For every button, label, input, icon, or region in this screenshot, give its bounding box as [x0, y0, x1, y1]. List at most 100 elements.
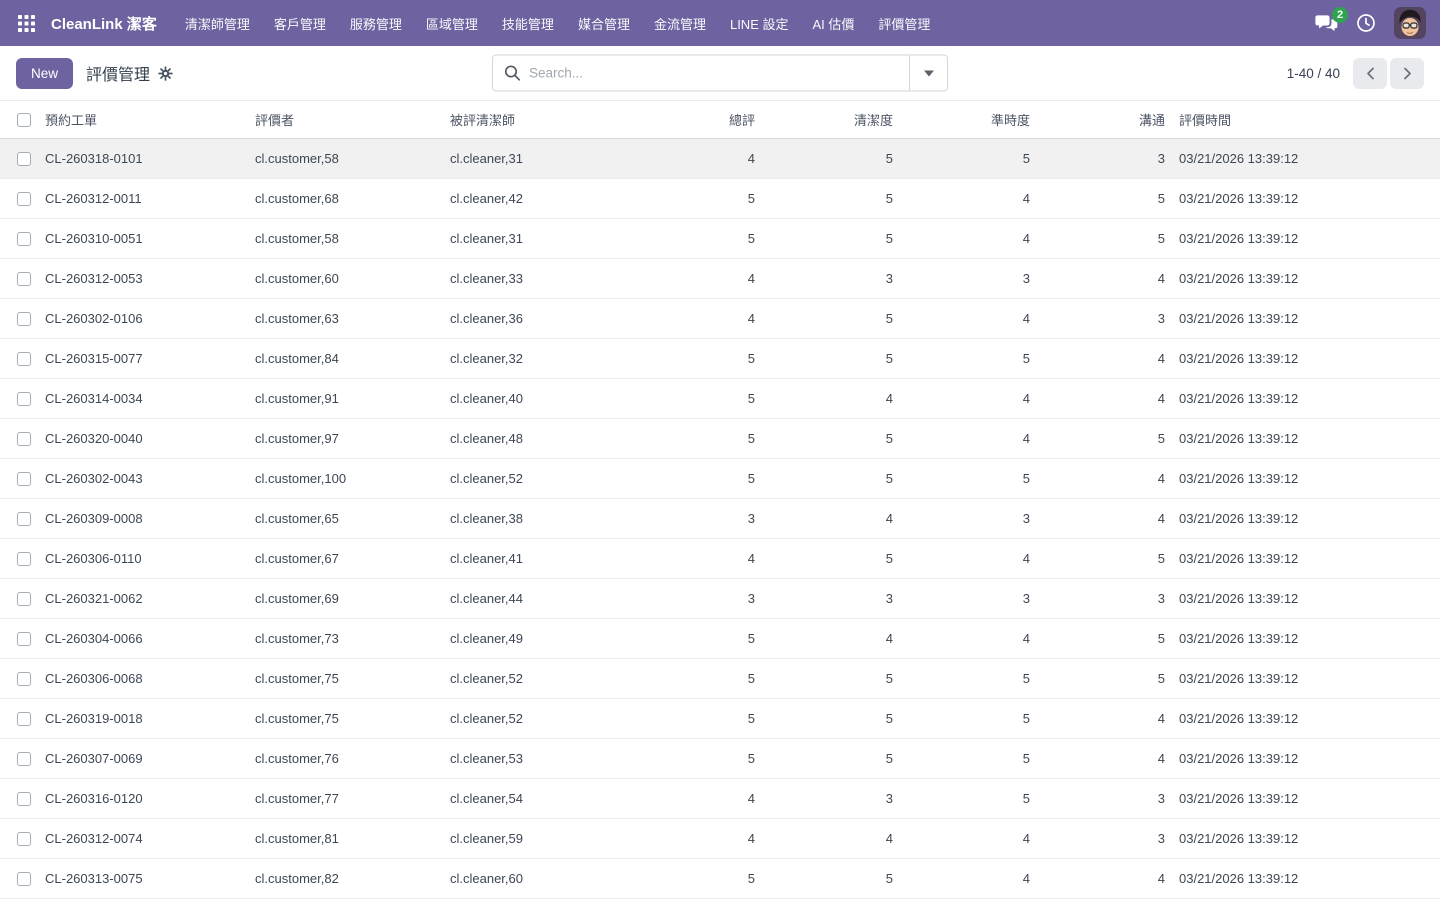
table-row[interactable]: CL-260309-0008 cl.customer,65 cl.cleaner… — [0, 499, 1440, 539]
row-checkbox[interactable] — [17, 832, 31, 846]
row-checkbox[interactable] — [17, 512, 31, 526]
cell-cleaner: cl.cleaner,48 — [450, 431, 690, 446]
header-clean[interactable]: 清潔度 — [755, 110, 893, 129]
apps-grid-icon[interactable] — [12, 15, 41, 32]
table-row[interactable]: CL-260316-0120 cl.customer,77 cl.cleaner… — [0, 779, 1440, 819]
pager-prev-button[interactable] — [1353, 58, 1387, 89]
cell-time: 03/21/2026 13:39:12 — [1165, 791, 1440, 806]
cell-overall: 4 — [690, 311, 755, 326]
activities-button[interactable] — [1356, 13, 1376, 33]
nav-item-6[interactable]: 金流管理 — [642, 0, 718, 46]
header-punctual[interactable]: 準時度 — [893, 110, 1030, 129]
header-time[interactable]: 評價時間 — [1165, 110, 1440, 129]
table-row[interactable]: CL-260306-0068 cl.customer,75 cl.cleaner… — [0, 659, 1440, 699]
nav-item-2[interactable]: 服務管理 — [338, 0, 414, 46]
cell-overall: 5 — [690, 871, 755, 886]
chevron-left-icon — [1365, 67, 1376, 80]
nav-item-0[interactable]: 清潔師管理 — [173, 0, 262, 46]
cell-overall: 5 — [690, 431, 755, 446]
pager-next-button[interactable] — [1390, 58, 1424, 89]
row-checkbox[interactable] — [17, 232, 31, 246]
cell-overall: 5 — [690, 751, 755, 766]
cell-order-number: CL-260319-0018 — [45, 711, 255, 726]
search-input[interactable] — [529, 66, 909, 81]
cell-punctual: 4 — [893, 431, 1030, 446]
cell-punctual: 4 — [893, 231, 1030, 246]
table-row[interactable]: CL-260302-0043 cl.customer,100 cl.cleane… — [0, 459, 1440, 499]
cell-clean: 5 — [755, 311, 893, 326]
row-checkbox[interactable] — [17, 552, 31, 566]
table-row[interactable]: CL-260304-0066 cl.customer,73 cl.cleaner… — [0, 619, 1440, 659]
row-checkbox[interactable] — [17, 272, 31, 286]
cell-punctual: 4 — [893, 311, 1030, 326]
nav-item-3[interactable]: 區域管理 — [414, 0, 490, 46]
messages-button[interactable]: 2 — [1315, 14, 1338, 33]
table-row[interactable]: CL-260306-0110 cl.customer,67 cl.cleaner… — [0, 539, 1440, 579]
cell-order-number: CL-260318-0101 — [45, 151, 255, 166]
header-overall[interactable]: 總評 — [690, 110, 755, 129]
cell-comm: 4 — [1030, 711, 1165, 726]
row-checkbox[interactable] — [17, 432, 31, 446]
table-row[interactable]: CL-260321-0062 cl.customer,69 cl.cleaner… — [0, 579, 1440, 619]
row-checkbox[interactable] — [17, 712, 31, 726]
search-dropdown-toggle[interactable] — [910, 56, 947, 91]
row-checkbox[interactable] — [17, 792, 31, 806]
cell-punctual: 3 — [893, 271, 1030, 286]
row-checkbox[interactable] — [17, 352, 31, 366]
cell-overall: 3 — [690, 511, 755, 526]
row-checkbox[interactable] — [17, 152, 31, 166]
cell-rater: cl.customer,65 — [255, 511, 450, 526]
row-checkbox[interactable] — [17, 392, 31, 406]
row-checkbox[interactable] — [17, 192, 31, 206]
cell-punctual: 4 — [893, 831, 1030, 846]
table-row[interactable]: CL-260310-0051 cl.customer,58 cl.cleaner… — [0, 219, 1440, 259]
cell-comm: 4 — [1030, 751, 1165, 766]
row-checkbox[interactable] — [17, 472, 31, 486]
user-avatar[interactable] — [1394, 7, 1426, 39]
header-comm[interactable]: 溝通 — [1030, 110, 1165, 129]
cell-comm: 3 — [1030, 791, 1165, 806]
row-checkbox[interactable] — [17, 672, 31, 686]
cell-punctual: 5 — [893, 671, 1030, 686]
header-rater[interactable]: 評價者 — [255, 110, 450, 129]
row-checkbox[interactable] — [17, 872, 31, 886]
row-checkbox[interactable] — [17, 632, 31, 646]
table-row[interactable]: CL-260314-0034 cl.customer,91 cl.cleaner… — [0, 379, 1440, 419]
app-brand[interactable]: CleanLink 潔客 — [51, 13, 157, 34]
select-all-checkbox[interactable] — [17, 113, 31, 127]
nav-item-4[interactable]: 技能管理 — [490, 0, 566, 46]
cell-cleaner: cl.cleaner,31 — [450, 231, 690, 246]
row-checkbox[interactable] — [17, 312, 31, 326]
nav-item-9[interactable]: 評價管理 — [866, 0, 942, 46]
cell-comm: 5 — [1030, 231, 1165, 246]
nav-item-7[interactable]: LINE 設定 — [718, 0, 801, 46]
header-order[interactable]: 預約工單 — [45, 110, 255, 129]
cell-punctual: 3 — [893, 511, 1030, 526]
header-cleaner[interactable]: 被評清潔師 — [450, 110, 690, 129]
cell-cleaner: cl.cleaner,40 — [450, 391, 690, 406]
table-body: CL-260318-0101 cl.customer,58 cl.cleaner… — [0, 139, 1440, 899]
table-row[interactable]: CL-260313-0075 cl.customer,82 cl.cleaner… — [0, 859, 1440, 899]
table-row[interactable]: CL-260319-0018 cl.customer,75 cl.cleaner… — [0, 699, 1440, 739]
table-row[interactable]: CL-260315-0077 cl.customer,84 cl.cleaner… — [0, 339, 1440, 379]
table-row[interactable]: CL-260307-0069 cl.customer,76 cl.cleaner… — [0, 739, 1440, 779]
table-row[interactable]: CL-260320-0040 cl.customer,97 cl.cleaner… — [0, 419, 1440, 459]
table-row[interactable]: CL-260318-0101 cl.customer,58 cl.cleaner… — [0, 139, 1440, 179]
table-row[interactable]: CL-260302-0106 cl.customer,63 cl.cleaner… — [0, 299, 1440, 339]
cell-time: 03/21/2026 13:39:12 — [1165, 351, 1440, 366]
nav-item-5[interactable]: 媒合管理 — [566, 0, 642, 46]
nav-item-1[interactable]: 客戶管理 — [262, 0, 338, 46]
table-row[interactable]: CL-260312-0053 cl.customer,60 cl.cleaner… — [0, 259, 1440, 299]
cell-time: 03/21/2026 13:39:12 — [1165, 511, 1440, 526]
cell-order-number: CL-260314-0034 — [45, 391, 255, 406]
cell-punctual: 3 — [893, 591, 1030, 606]
cell-clean: 3 — [755, 791, 893, 806]
row-checkbox[interactable] — [17, 752, 31, 766]
gear-icon[interactable] — [158, 66, 173, 81]
row-checkbox[interactable] — [17, 592, 31, 606]
chevron-down-icon — [924, 70, 934, 76]
new-button[interactable]: New — [16, 58, 73, 89]
nav-item-8[interactable]: AI 估價 — [800, 0, 866, 46]
table-row[interactable]: CL-260312-0011 cl.customer,68 cl.cleaner… — [0, 179, 1440, 219]
table-row[interactable]: CL-260312-0074 cl.customer,81 cl.cleaner… — [0, 819, 1440, 859]
